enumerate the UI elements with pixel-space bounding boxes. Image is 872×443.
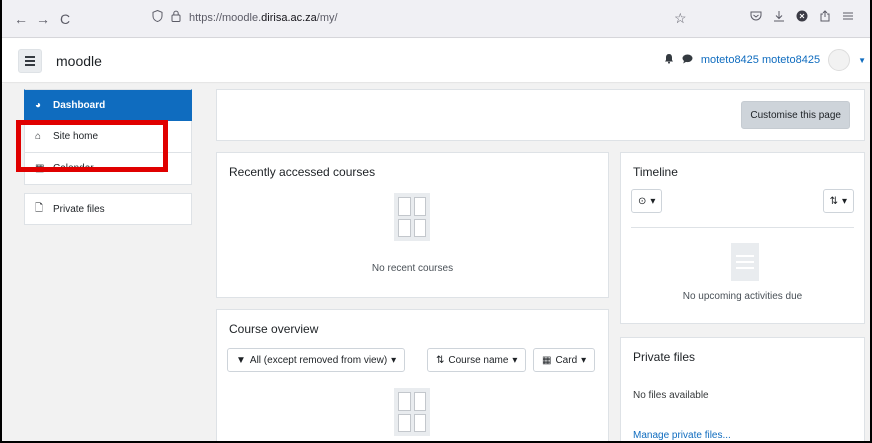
- sort-icon: ⇅: [829, 195, 838, 207]
- drawer-toggle-button[interactable]: [18, 49, 42, 73]
- url-path: /my/: [316, 11, 338, 24]
- private-files-block: Private files No files available Manage …: [620, 337, 865, 441]
- page-header-card: Customise this page: [216, 89, 865, 141]
- avatar[interactable]: [828, 49, 851, 71]
- address-bar[interactable]: https://moodle.dirisa.ac.za/my/: [152, 9, 338, 25]
- extension-avatar-icon[interactable]: [796, 10, 808, 25]
- calendar-icon: ▦: [35, 163, 45, 174]
- block-title: Private files: [633, 350, 696, 364]
- user-name[interactable]: moteto8425 moteto8425: [701, 54, 820, 66]
- shield-icon: [152, 9, 163, 25]
- manage-private-files-link[interactable]: Manage private files...: [633, 430, 731, 441]
- url-host: dirisa.ac.za: [261, 11, 317, 24]
- browser-toolbar: ← → C https://moodle.dirisa.ac.za/my/ ☆: [2, 0, 870, 38]
- chevron-down-icon: ▾: [650, 195, 656, 207]
- browser-tools: [750, 10, 854, 25]
- file-icon: 🗋: [35, 202, 44, 214]
- bell-icon[interactable]: [664, 53, 674, 67]
- customise-page-button[interactable]: Customise this page: [741, 101, 850, 129]
- empty-message: No files available: [633, 390, 709, 401]
- sidebar-item-dashboard[interactable]: ◕ Dashboard: [24, 89, 192, 121]
- view-label: Card: [555, 354, 578, 366]
- block-title: Course overview: [229, 322, 319, 336]
- filter-icon: ▼: [236, 354, 246, 366]
- chevron-down-icon: ▾: [391, 354, 397, 366]
- url-prefix: https://moodle.: [189, 11, 262, 24]
- site-brand[interactable]: moodle: [56, 53, 102, 69]
- reload-icon[interactable]: C: [54, 11, 76, 27]
- sort-dropdown[interactable]: ⇅ Course name ▾: [427, 348, 527, 372]
- filter-label: All (except removed from view): [249, 354, 388, 366]
- courses-placeholder-icon: [394, 388, 430, 436]
- dashboard-icon: ◕: [35, 99, 42, 111]
- user-menu: moteto8425 moteto8425 ▼: [664, 49, 866, 71]
- chevron-down-icon: ▾: [841, 195, 847, 207]
- sidebar-item-label: Dashboard: [53, 99, 106, 111]
- sidebar-item-label: Private files: [53, 203, 105, 215]
- courses-placeholder-icon: [394, 193, 430, 241]
- clock-icon: ⊙: [638, 195, 647, 207]
- empty-message: No upcoming activities due: [682, 291, 803, 302]
- moodle-navbar: moodle moteto8425 moteto8425 ▼: [2, 39, 870, 83]
- sidebar-item-label: Site home: [53, 131, 99, 142]
- timeline-placeholder-icon: [731, 243, 759, 281]
- chevron-down-icon: ▾: [512, 354, 518, 366]
- sidebar-item-calendar[interactable]: ▦ Calendar: [24, 153, 192, 185]
- home-icon: ⌂: [35, 131, 42, 142]
- bookmark-star-icon[interactable]: ☆: [674, 10, 687, 27]
- pocket-icon[interactable]: [750, 10, 762, 25]
- nav-drawer: ◕ Dashboard ⌂ Site home ▦ Calendar 🗋 Pri…: [24, 89, 192, 225]
- filter-dropdown[interactable]: ▼ All (except removed from view) ▾: [227, 348, 406, 372]
- chevron-down-icon: ▾: [581, 354, 587, 366]
- back-icon[interactable]: ←: [10, 11, 32, 27]
- menu-icon[interactable]: [842, 10, 854, 25]
- forward-icon[interactable]: →: [32, 11, 54, 27]
- chevron-down-icon[interactable]: ▼: [858, 56, 866, 65]
- timeline-filter-dropdown[interactable]: ⊙ ▾: [631, 189, 663, 213]
- share-icon[interactable]: [819, 10, 831, 25]
- recently-accessed-block: Recently accessed courses No recent cour…: [216, 152, 609, 298]
- divider: [631, 227, 854, 228]
- download-icon[interactable]: [773, 10, 785, 25]
- sidebar-item-label: Calendar: [53, 163, 94, 174]
- block-title: Timeline: [633, 165, 678, 179]
- grid-icon: ▦: [542, 354, 552, 366]
- sidebar-item-site-home[interactable]: ⌂ Site home: [24, 121, 192, 153]
- sort-icon: ⇅: [436, 354, 445, 366]
- sidebar-item-private-files[interactable]: 🗋 Private files: [24, 193, 192, 225]
- course-overview-block: Course overview ▼ All (except removed fr…: [216, 309, 609, 441]
- url-text: https://moodle.dirisa.ac.za/my/: [189, 12, 338, 24]
- screenshot-frame: ← → C https://moodle.dirisa.ac.za/my/ ☆: [0, 0, 872, 443]
- chat-icon[interactable]: [682, 54, 693, 67]
- sort-label: Course name: [448, 354, 509, 366]
- view-dropdown[interactable]: ▦ Card ▾: [533, 348, 596, 372]
- lock-icon: [171, 10, 181, 25]
- empty-message: No recent courses: [371, 263, 454, 274]
- timeline-sort-dropdown[interactable]: ⇅ ▾: [822, 189, 854, 213]
- timeline-block: Timeline ⊙ ▾ ⇅ ▾ No upcoming activities …: [620, 152, 865, 324]
- block-title: Recently accessed courses: [229, 165, 376, 179]
